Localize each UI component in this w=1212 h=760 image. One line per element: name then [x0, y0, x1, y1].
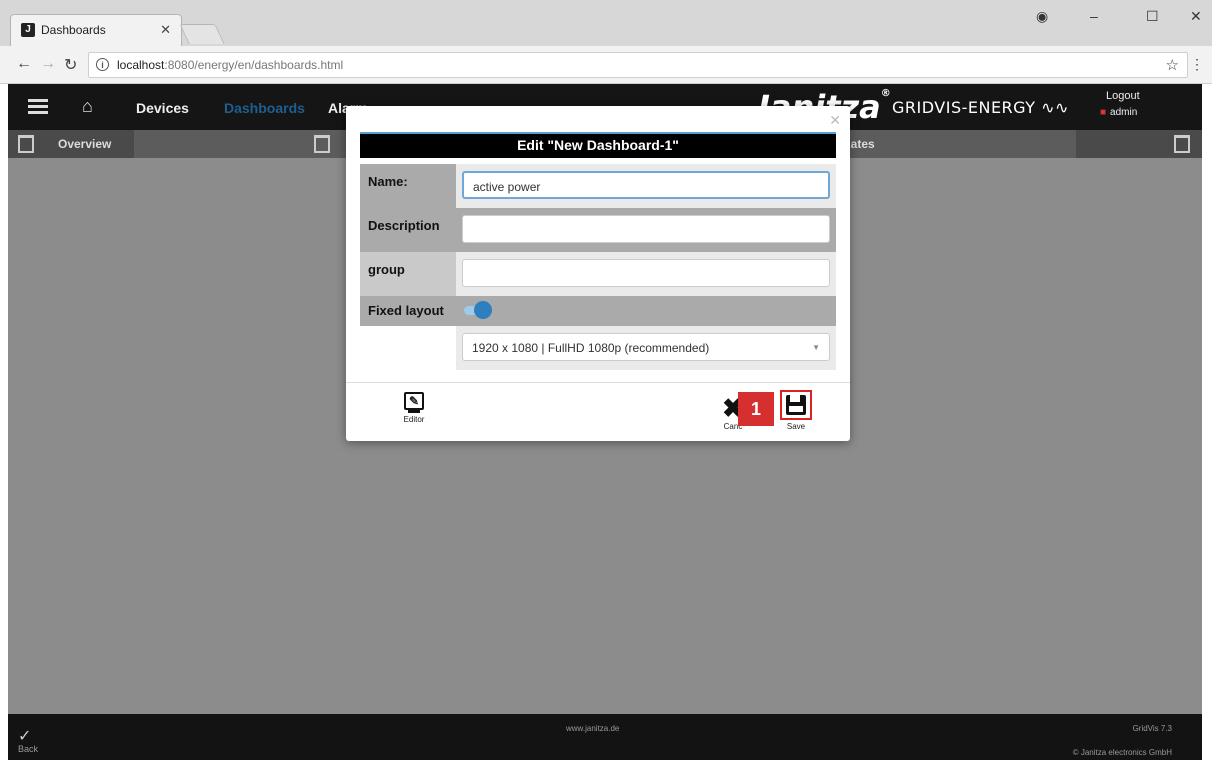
- name-row: Name: active power: [360, 164, 836, 208]
- browser-titlebar: J Dashboards ✕ ◉ – ☐ ✕: [0, 0, 1212, 46]
- resolution-label-empty: [360, 326, 456, 370]
- resolution-row: 1920 x 1080 | FullHD 1080p (recommended)…: [360, 326, 836, 370]
- save-label[interactable]: Save: [782, 422, 810, 431]
- name-label: Name:: [360, 164, 456, 208]
- toggle-knob: [474, 301, 492, 319]
- name-input[interactable]: active power: [462, 171, 830, 199]
- app-footer: ✓ Back www.janitza.de GridVis 7.3 © Jani…: [8, 714, 1202, 760]
- url-text: localhost:8080/energy/en/dashboards.html: [117, 58, 343, 72]
- group-label: group: [360, 252, 456, 296]
- description-label: Description: [360, 208, 456, 252]
- close-window-icon[interactable]: ✕: [1190, 8, 1202, 25]
- browser-toolbar: ← → ↻ i localhost:8080/energy/en/dashboa…: [0, 46, 1212, 84]
- group-input[interactable]: [462, 259, 830, 287]
- tab-overview[interactable]: Overview: [8, 130, 134, 158]
- site-info-icon[interactable]: i: [96, 58, 109, 71]
- hamburger-menu-icon[interactable]: [28, 99, 48, 115]
- dashboard-board-icon[interactable]: [314, 135, 330, 153]
- minimize-icon[interactable]: –: [1090, 8, 1098, 24]
- dialog-divider: [346, 382, 850, 383]
- dialog-title: Edit "New Dashboard-1": [360, 132, 836, 158]
- url-path: :8080/energy/en/dashboards.html: [164, 58, 344, 72]
- back-swoosh-icon[interactable]: ✓: [18, 726, 31, 746]
- fixed-layout-toggle[interactable]: [456, 290, 496, 326]
- footer-copyright: © Janitza electronics GmbH: [1072, 748, 1172, 757]
- save-button[interactable]: [780, 390, 812, 420]
- description-row: Description: [360, 208, 836, 252]
- group-row: group: [360, 252, 836, 296]
- maximize-icon[interactable]: ☐: [1146, 8, 1159, 25]
- product-text: GRIDVIS-ENERGY: [892, 98, 1036, 117]
- tab-title: Dashboards: [41, 23, 106, 37]
- user-info: ■ admin: [1100, 107, 1137, 118]
- janitza-favicon-icon: J: [21, 23, 35, 37]
- footer-website[interactable]: www.janitza.de: [566, 724, 619, 733]
- description-cell: [456, 208, 836, 252]
- tab-overview-label: Overview: [58, 137, 112, 151]
- browser-menu-icon[interactable]: ⋮: [1190, 56, 1204, 73]
- user-icon: ■: [1100, 107, 1107, 118]
- nav-devices[interactable]: Devices: [136, 100, 189, 116]
- chevron-down-icon: ▼: [812, 343, 820, 352]
- dashboard-board-icon: [18, 135, 34, 153]
- bookmark-star-icon[interactable]: ☆: [1166, 56, 1179, 74]
- reload-icon[interactable]: ↻: [64, 55, 77, 75]
- name-cell: active power: [456, 164, 836, 208]
- editor-label: Editor: [403, 415, 425, 424]
- url-host: localhost: [117, 58, 165, 72]
- resolution-select[interactable]: 1920 x 1080 | FullHD 1080p (recommended)…: [462, 333, 830, 361]
- tab-close-icon[interactable]: ✕: [160, 22, 171, 38]
- address-bar[interactable]: i localhost:8080/energy/en/dashboards.ht…: [88, 52, 1188, 78]
- back-arrow-icon[interactable]: ←: [16, 55, 32, 73]
- home-icon[interactable]: ⌂: [82, 96, 93, 117]
- footer-version: GridVis 7.3: [1132, 724, 1172, 733]
- tab-right[interactable]: [1076, 130, 1202, 158]
- description-input[interactable]: [462, 215, 830, 243]
- edit-dashboard-dialog: ✕ Edit "New Dashboard-1" Name: active po…: [346, 106, 850, 441]
- user-name: admin: [1110, 107, 1138, 118]
- logout-link[interactable]: Logout: [1106, 90, 1140, 102]
- editor-button[interactable]: ✎ Editor: [394, 392, 434, 424]
- step-badge: 1: [738, 392, 774, 426]
- floppy-disk-icon: [786, 395, 806, 415]
- close-icon[interactable]: ✕: [829, 112, 841, 129]
- waveform-icon: ∿∿: [1035, 98, 1069, 117]
- browser-tab[interactable]: J Dashboards ✕: [10, 14, 182, 46]
- product-name: GRIDVIS-ENERGY ∿∿: [892, 98, 1069, 117]
- monitor-stand: [408, 410, 420, 413]
- nav-dashboards[interactable]: Dashboards: [224, 100, 305, 116]
- fixed-layout-label: Fixed layout: [360, 296, 456, 326]
- forward-arrow-icon[interactable]: →: [40, 55, 56, 73]
- dashboard-board-icon: [1174, 135, 1190, 153]
- new-tab-button[interactable]: [179, 24, 225, 44]
- editor-wrench-icon: ✎: [404, 392, 424, 410]
- footer-back[interactable]: Back: [18, 744, 38, 754]
- group-cell: [456, 252, 836, 296]
- fixed-layout-cell: [456, 296, 836, 326]
- fixed-layout-row: Fixed layout: [360, 296, 836, 326]
- resolution-cell: 1920 x 1080 | FullHD 1080p (recommended)…: [456, 326, 836, 370]
- resolution-value: 1920 x 1080 | FullHD 1080p (recommended): [472, 341, 710, 355]
- profile-icon[interactable]: ◉: [1036, 8, 1048, 25]
